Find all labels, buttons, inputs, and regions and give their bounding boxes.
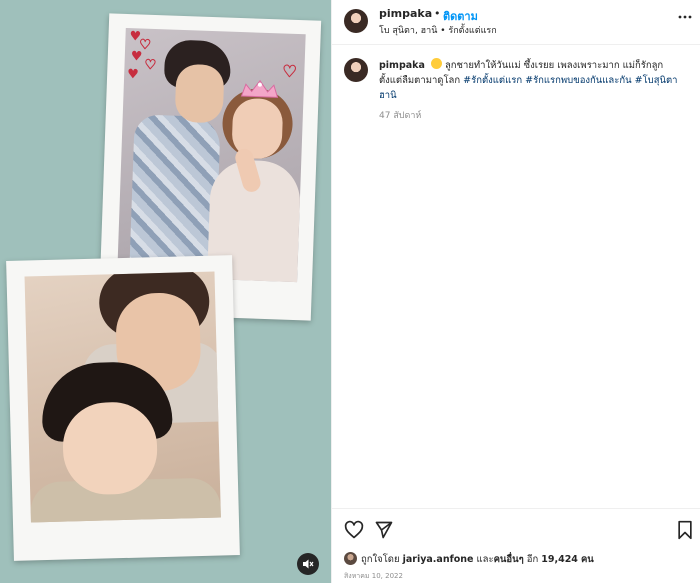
post-details-panel: pimpaka • ติดตาม โบ สุนิตา, ฮานิ • รักตั… (331, 0, 700, 583)
separator-dot: • (434, 7, 441, 20)
liker-username[interactable]: jariya.anfone (403, 554, 474, 565)
post-date: สิงหาคม 10, 2022 (344, 572, 403, 580)
couple-photo: ♥ ♥ ♥ ♥ ♥ ♥ (117, 27, 306, 283)
others-prefix: อีก (526, 554, 539, 565)
liked-by-summary: ถูกใจโดย jariya.anfone และคนอื่นๆ อีก 19… (344, 552, 594, 567)
heart-doodle: ♥ (282, 61, 298, 81)
tiara-icon (240, 79, 279, 98)
mute-button[interactable] (297, 553, 319, 575)
author-avatar[interactable] (344, 9, 368, 33)
liker-avatar[interactable] (344, 552, 357, 565)
paper-plane-icon[interactable] (374, 520, 394, 540)
post-media[interactable]: ♥ ♥ ♥ ♥ ♥ ♥ (0, 0, 331, 583)
heart-doodle: ♥ (130, 49, 143, 65)
polaroid-photo-mother-child (6, 255, 240, 561)
hashtag-link[interactable]: #รักแรกพบของกันและกัน (525, 75, 631, 86)
others-label[interactable]: คนอื่นๆ (494, 554, 524, 565)
grinning-face-emoji-icon (430, 58, 442, 69)
heart-icon[interactable] (344, 520, 364, 540)
caption-time-ago[interactable]: 47 สัปดาห์ (379, 108, 421, 122)
liked-by-prefix: ถูกใจโดย (361, 554, 400, 565)
like-unit: คน (580, 554, 594, 565)
post-header: pimpaka • ติดตาม โบ สุนิตา, ฮานิ • รักตั… (332, 0, 700, 45)
mother-child-photo (24, 271, 221, 523)
caption-author-avatar[interactable] (344, 58, 368, 82)
post-actions: ถูกใจโดย jariya.anfone และคนอื่นๆ อีก 19… (332, 508, 700, 584)
child-figure-face (61, 401, 159, 496)
author-username[interactable]: pimpaka (379, 7, 432, 20)
more-horizontal-icon[interactable] (677, 9, 693, 25)
instagram-post: ♥ ♥ ♥ ♥ ♥ ♥ pimpaka • ติดตาม โบ สุนิตา, … (0, 0, 700, 583)
man-figure-face (174, 63, 225, 124)
bookmark-icon[interactable] (675, 520, 695, 540)
post-location[interactable]: โบ สุนิตา, ฮานิ • รักตั้งแต่แรก (379, 23, 497, 37)
like-count[interactable]: 19,424 (541, 554, 578, 565)
heart-doodle: ♥ (144, 57, 157, 74)
hashtag-link[interactable]: #รักตั้งแต่แรก (463, 75, 522, 86)
speaker-muted-icon (303, 559, 314, 569)
caption-text: pimpaka ลูกชายทำให้วันแม่ ซึ้งเรยย เพลงเ… (379, 58, 684, 103)
caption-username[interactable]: pimpaka (379, 60, 425, 71)
liked-by-connector: และ (476, 554, 494, 565)
heart-doodle: ♥ (126, 67, 140, 83)
